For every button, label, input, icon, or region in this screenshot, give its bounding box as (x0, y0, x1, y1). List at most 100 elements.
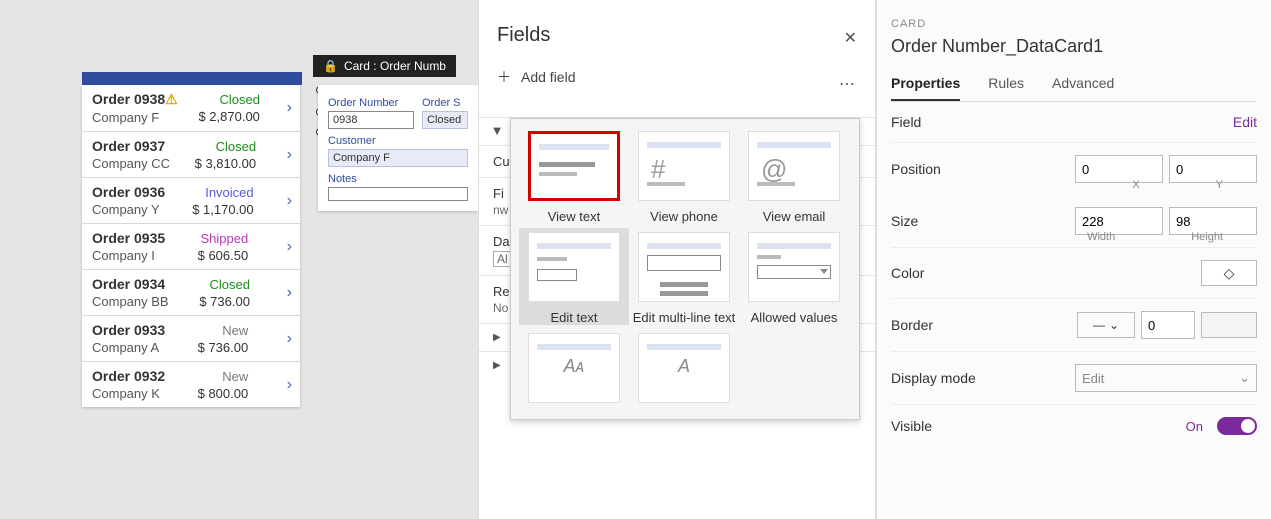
order-price: $ 1,170.00 (192, 202, 253, 217)
w-sublabel: Width (1087, 231, 1115, 243)
accordion-label: Re (493, 284, 510, 299)
display-mode-dropdown[interactable]: Edit ⌄ (1075, 364, 1257, 392)
border-style-dropdown[interactable]: — ⌄ (1077, 312, 1135, 338)
tab-advanced[interactable]: Advanced (1052, 67, 1114, 101)
picker-view-email[interactable]: @ View email (739, 131, 849, 224)
chevron-right-icon: › (287, 99, 292, 117)
company-name: Company Y (92, 202, 165, 217)
accordion-label: Fi (493, 186, 504, 201)
order-title: Order 0936 (92, 184, 165, 200)
prop-size-label: Size (891, 213, 918, 229)
picker-edit-text[interactable]: Edit text (519, 228, 629, 325)
list-item[interactable]: Order 0933Company ANew$ 736.00› (82, 315, 300, 361)
props-tabs: Properties Rules Advanced (891, 67, 1257, 102)
position-x-input[interactable] (1075, 155, 1163, 183)
picker-view-text[interactable]: View text (519, 131, 629, 224)
picker-allowed-values[interactable]: Allowed values (739, 232, 849, 325)
list-header-bar (82, 72, 302, 85)
order-price: $ 3,810.00 (195, 156, 256, 171)
chevron-right-icon: ▶ (493, 332, 501, 343)
orders-list: Order 0938⚠Company FClosed$ 2,870.00›Ord… (82, 85, 300, 407)
picker-more-1[interactable]: Aᴀ (519, 333, 629, 411)
customer-label: Customer (328, 135, 468, 147)
prop-position-label: Position (891, 161, 941, 177)
picker-label: Edit multi-line text (629, 310, 739, 325)
add-field-label: Add field (521, 69, 575, 85)
chevron-right-icon: › (287, 284, 292, 302)
add-field-button[interactable]: ＋ Add field (479, 61, 875, 99)
thumb-icon: @ (748, 131, 840, 201)
properties-pane: CARD Order Number_DataCard1 Properties R… (876, 0, 1271, 519)
list-item[interactable]: Order 0935Company IShipped$ 606.50› (82, 223, 300, 269)
prop-field-edit-link[interactable]: Edit (1233, 114, 1257, 130)
accordion-sublabel: Al (493, 251, 512, 267)
chevron-right-icon: › (287, 376, 292, 394)
thumb-icon (748, 232, 840, 302)
more-icon[interactable]: ⋯ (839, 74, 857, 94)
thumb-icon (528, 131, 620, 201)
fields-panel-title: Fields (479, 0, 875, 61)
prop-visible-label: Visible (891, 418, 932, 434)
selection-card-label: Card : Order Numb (344, 59, 446, 73)
status-badge: New (222, 369, 248, 384)
chevron-down-icon: ⌄ (1109, 318, 1119, 332)
color-swatch-button[interactable]: ◇ (1201, 260, 1257, 286)
tab-properties[interactable]: Properties (891, 67, 960, 101)
list-item[interactable]: Order 0932Company KNew$ 800.00› (82, 361, 300, 407)
list-item[interactable]: Order 0938⚠ Company F Closed $ 2,870.00 › (82, 85, 300, 131)
list-item[interactable]: Order 0934Company BBClosed$ 736.00› (82, 269, 300, 315)
status-badge: Closed (209, 277, 249, 292)
order-price: $ 2,870.00 (198, 109, 259, 124)
order-price: $ 606.50 (198, 248, 249, 263)
border-color-swatch[interactable] (1201, 312, 1257, 338)
thumb-icon (528, 232, 620, 302)
list-item[interactable]: Order 0937Company CCClosed$ 3,810.00› (82, 131, 300, 177)
close-icon[interactable]: ✕ (844, 28, 857, 48)
accordion-sublabel: No (493, 301, 508, 315)
selection-card-tag[interactable]: 🔒 Card : Order Numb (313, 55, 456, 77)
notes-input[interactable] (328, 187, 468, 201)
order-title: Order 0938⚠ (92, 91, 178, 108)
order-title: Order 0937 (92, 138, 170, 154)
company-name: Company BB (92, 294, 169, 309)
status-badge: Shipped (201, 231, 249, 246)
detail-form-card: Order Number 0938 Order S Closed Custome… (318, 85, 478, 211)
company-name: Company CC (92, 156, 170, 171)
notes-label: Notes (328, 173, 468, 185)
chevron-right-icon: ▶ (493, 360, 501, 371)
chevron-right-icon: › (287, 238, 292, 256)
props-category: CARD (891, 18, 1257, 30)
status-badge: Closed (219, 92, 259, 107)
picker-edit-multiline[interactable]: Edit multi-line text (629, 232, 739, 325)
thumb-icon (638, 232, 730, 302)
display-mode-value: Edit (1082, 371, 1104, 386)
visible-toggle[interactable] (1217, 417, 1257, 435)
order-status-label: Order S (422, 97, 468, 109)
tab-rules[interactable]: Rules (988, 67, 1024, 101)
picker-more-2[interactable]: A (629, 333, 739, 411)
chevron-right-icon: › (287, 146, 292, 164)
prop-color-label: Color (891, 265, 924, 281)
chevron-down-icon: ▶ (491, 128, 502, 136)
thumb-icon: # (638, 131, 730, 201)
control-type-picker: View text # View phone @ View email Edit… (510, 118, 860, 420)
list-item[interactable]: Order 0936Company YInvoiced$ 1,170.00› (82, 177, 300, 223)
picker-view-phone[interactable]: # View phone (629, 131, 739, 224)
accordion-sublabel: nw (493, 203, 508, 217)
company-name: Company F (92, 110, 178, 125)
border-width-input[interactable] (1141, 311, 1195, 339)
order-price: $ 736.00 (198, 340, 249, 355)
paint-icon: ◇ (1224, 265, 1235, 282)
status-badge: Invoiced (205, 185, 253, 200)
picker-label: View phone (629, 209, 739, 224)
warning-icon: ⚠ (165, 91, 178, 107)
accordion-label: Da (493, 234, 510, 249)
position-y-input[interactable] (1169, 155, 1257, 183)
order-title: Order 0933 (92, 322, 165, 338)
plus-icon: ＋ (497, 67, 511, 87)
order-status-display: Closed (422, 111, 468, 129)
order-number-input[interactable]: 0938 (328, 111, 414, 129)
prop-border-label: Border (891, 317, 933, 333)
prop-display-mode-label: Display mode (891, 370, 976, 386)
thumb-icon: A (638, 333, 730, 403)
